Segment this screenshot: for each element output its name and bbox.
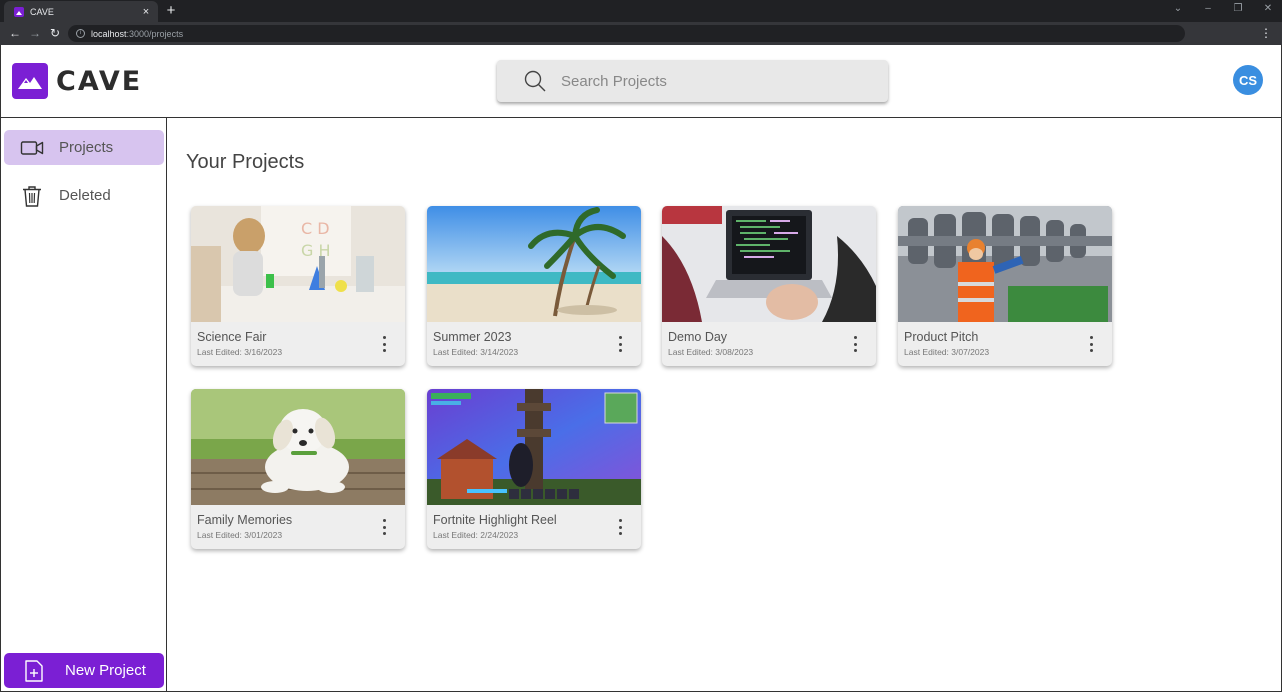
card-body: Family Memories Last Edited: 3/01/2023 — [191, 505, 405, 549]
logo-text: CAVE — [56, 65, 143, 97]
search-input[interactable] — [561, 72, 861, 90]
project-card[interactable]: Fortnite Highlight Reel Last Edited: 2/2… — [427, 389, 641, 549]
main-content: Your Projects C D G H Science Fair Last … — [167, 118, 1282, 692]
project-card[interactable]: Demo Day Last Edited: 3/08/2023 — [662, 206, 876, 366]
reload-icon[interactable]: ↻ — [48, 26, 62, 40]
address-bar[interactable]: i localhost:3000/projects — [68, 25, 1185, 42]
tab-search-icon[interactable]: ⌄ — [1172, 3, 1184, 14]
maximize-button[interactable]: ❐ — [1232, 3, 1244, 14]
project-thumbnail — [191, 389, 405, 505]
more-vert-icon[interactable] — [617, 519, 623, 535]
card-title: Product Pitch — [904, 330, 979, 344]
more-vert-icon[interactable] — [617, 336, 623, 352]
sidebar: Projects Deleted New Project — [0, 118, 167, 692]
card-date: Last Edited: 3/01/2023 — [197, 530, 283, 540]
browser-menu-icon[interactable]: ⋮ — [1260, 26, 1272, 40]
new-project-button[interactable]: New Project — [4, 653, 164, 688]
tab-strip: CAVE × + ⌄ – ❐ ✕ — [0, 0, 1282, 22]
more-vert-icon[interactable] — [381, 336, 387, 352]
browser-tab[interactable]: CAVE × — [4, 1, 158, 22]
search-bar[interactable] — [497, 60, 888, 102]
card-body: Summer 2023 Last Edited: 3/14/2023 — [427, 322, 641, 366]
sidebar-item-label: Projects — [59, 139, 114, 156]
favicon-icon — [14, 6, 24, 17]
more-vert-icon[interactable] — [1088, 336, 1094, 352]
window-controls: ⌄ – ❐ ✕ — [1172, 3, 1274, 14]
mountain-logo-icon — [12, 63, 48, 99]
card-body: Science Fair Last Edited: 3/16/2023 — [191, 322, 405, 366]
project-thumbnail — [427, 206, 641, 322]
card-body: Fortnite Highlight Reel Last Edited: 2/2… — [427, 505, 641, 549]
project-card[interactable]: Summer 2023 Last Edited: 3/14/2023 — [427, 206, 641, 366]
new-file-icon — [25, 659, 43, 682]
svg-text:C D: C D — [301, 219, 330, 238]
tab-close-button[interactable]: × — [140, 6, 152, 18]
new-project-label: New Project — [65, 662, 146, 679]
more-vert-icon[interactable] — [852, 336, 858, 352]
new-tab-button[interactable]: + — [164, 3, 178, 18]
video-camera-icon — [20, 140, 44, 155]
back-arrow-icon[interactable]: ← — [8, 26, 22, 40]
project-card[interactable]: Product Pitch Last Edited: 3/07/2023 — [898, 206, 1112, 366]
card-date: Last Edited: 2/24/2023 — [433, 530, 519, 540]
trash-icon — [23, 185, 41, 207]
card-title: Family Memories — [197, 513, 293, 527]
project-thumbnail — [662, 206, 876, 322]
card-body: Demo Day Last Edited: 3/08/2023 — [662, 322, 876, 366]
url-text: localhost:3000/projects — [91, 28, 184, 39]
card-date: Last Edited: 3/07/2023 — [904, 347, 990, 357]
project-thumbnail — [427, 389, 641, 505]
more-vert-icon[interactable] — [381, 519, 387, 535]
app-header: CAVE CS — [0, 45, 1282, 118]
sidebar-item-deleted[interactable]: Deleted — [4, 178, 164, 213]
browser-toolbar: ← → ↻ i localhost:3000/projects ⋮ — [0, 22, 1282, 45]
close-window-button[interactable]: ✕ — [1262, 3, 1274, 14]
card-date: Last Edited: 3/16/2023 — [197, 347, 283, 357]
card-title: Summer 2023 — [433, 330, 512, 344]
card-title: Fortnite Highlight Reel — [433, 513, 557, 527]
avatar[interactable]: CS — [1233, 65, 1263, 95]
card-date: Last Edited: 3/14/2023 — [433, 347, 519, 357]
sidebar-item-label: Deleted — [59, 187, 111, 204]
project-card[interactable]: Family Memories Last Edited: 3/01/2023 — [191, 389, 405, 549]
info-icon[interactable]: i — [76, 29, 85, 38]
page-title: Your Projects — [186, 151, 305, 173]
project-thumbnail — [898, 206, 1112, 322]
card-body: Product Pitch Last Edited: 3/07/2023 — [898, 322, 1112, 366]
card-date: Last Edited: 3/08/2023 — [668, 347, 754, 357]
card-title: Science Fair — [197, 330, 267, 344]
tab-title: CAVE — [30, 6, 54, 17]
card-title: Demo Day — [668, 330, 728, 344]
minimize-button[interactable]: – — [1202, 3, 1214, 14]
sidebar-item-projects[interactable]: Projects — [4, 130, 164, 165]
browser-chrome: CAVE × + ⌄ – ❐ ✕ ← → ↻ i localhost:3000/… — [0, 0, 1282, 45]
logo[interactable]: CAVE — [12, 63, 142, 99]
svg-text:G H: G H — [301, 241, 331, 260]
forward-arrow-icon[interactable]: → — [28, 26, 42, 40]
project-thumbnail: C D G H — [191, 206, 405, 322]
search-icon — [524, 70, 546, 92]
project-card[interactable]: C D G H Science Fair Last Edited: 3/16/2… — [191, 206, 405, 366]
